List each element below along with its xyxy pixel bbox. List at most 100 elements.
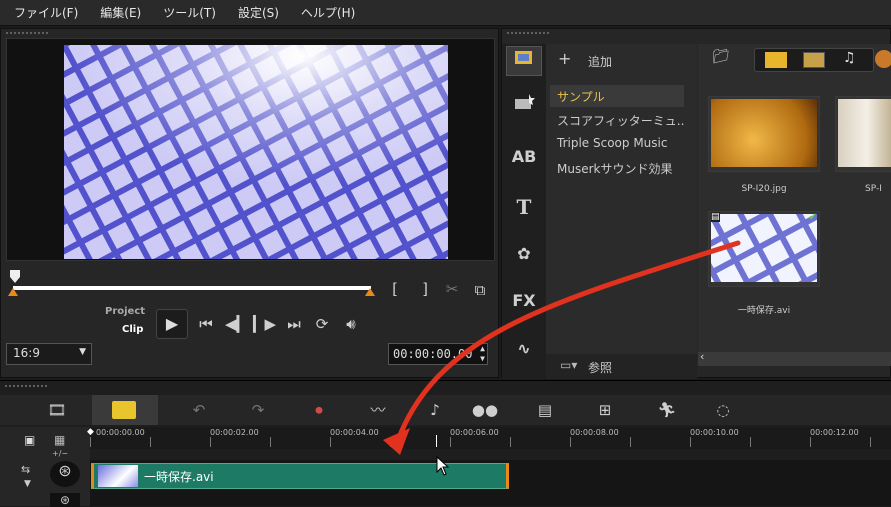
insert-position-marker <box>436 435 437 447</box>
menu-edit[interactable]: 編集(E) <box>100 4 141 21</box>
folder-icon[interactable]: 📁︎ <box>712 49 730 65</box>
panel-grip[interactable] <box>506 31 550 35</box>
ruler-tick-label: 00:00:12.00 <box>810 428 859 437</box>
sound-mixer-icon[interactable]: 〰 <box>363 398 393 422</box>
panel-grip[interactable] <box>5 31 49 35</box>
subtitle-editor-icon[interactable]: ▤ <box>530 398 560 422</box>
thumbnail-sp-i[interactable] <box>835 96 891 172</box>
menu-settings[interactable]: 設定(S) <box>238 4 279 21</box>
add-folder-button[interactable]: 追加 <box>588 53 612 70</box>
trim-end-marker[interactable] <box>365 288 375 296</box>
menu-file[interactable]: ファイル(F) <box>14 4 78 21</box>
multi-camera-icon[interactable]: ⊞ <box>590 398 620 422</box>
ruler-tick <box>870 437 871 447</box>
enlarge-icon[interactable]: ⧉ <box>470 280 490 300</box>
auto-music-icon[interactable]: ♪ <box>420 398 450 422</box>
audio-filter-icon[interactable]: ♫ <box>843 50 856 66</box>
record-capture-icon[interactable]: ⏺ <box>304 398 334 422</box>
aspect-ratio-value: 16:9 <box>13 346 40 360</box>
timeline-ruler[interactable]: ◆ 00:00:00.00 00:00:02.00 00:00:04.00 00… <box>87 427 891 449</box>
fx-icon[interactable]: FX <box>506 286 542 316</box>
path-icon[interactable]: ∿ <box>506 334 542 364</box>
menu-help[interactable]: ヘルプ(H) <box>301 4 355 21</box>
motion-tracking-icon[interactable]: ●● <box>470 398 500 422</box>
chevron-down-icon: ▼ <box>79 347 86 357</box>
checkmark-icon: ✔ <box>808 212 817 223</box>
ruler-tick <box>510 437 511 447</box>
mouse-cursor-icon <box>436 456 450 476</box>
redo-icon[interactable]: ↷ <box>243 398 273 422</box>
ruler-tick <box>750 437 751 447</box>
image-filter-icon[interactable] <box>803 52 825 68</box>
video-track-icon[interactable]: ⊛ <box>50 461 80 487</box>
ruler-tick-label: 00:00:02.00 <box>210 428 259 437</box>
browse-button[interactable]: 参照 <box>588 359 612 376</box>
panel-grip[interactable] <box>4 384 48 388</box>
timeline-view-tab[interactable] <box>92 395 158 425</box>
mode-project-label[interactable]: Project <box>105 306 145 317</box>
media-filter-group: ♫ <box>754 48 874 72</box>
mark-in-icon[interactable]: [ <box>385 279 405 299</box>
thumbnail-sp-i20[interactable] <box>708 96 820 172</box>
previous-frame-icon[interactable]: ◀▎ <box>225 314 248 334</box>
timecode-spinner-icon[interactable]: ▲ ▼ <box>480 344 485 364</box>
ruler-tick <box>270 437 271 447</box>
horizontal-scrollbar[interactable]: ‹ <box>698 350 891 366</box>
track-tools-icon[interactable]: ⇆ <box>21 463 30 476</box>
timecode-display[interactable]: 00:00:00.00 ▲ ▼ <box>388 343 488 365</box>
graphics-icon[interactable]: ✿ <box>506 239 542 269</box>
browse-bar: ▭▾ 参照 <box>546 354 697 379</box>
ruler-tick-label: 00:00:10.00 <box>690 428 739 437</box>
preview-panel: [ ] ✂ ⧉ Project Clip ▶ ⏮ ◀▎ ▎▶ ⏭ ⟳ 🔊︎ 16… <box>0 28 499 378</box>
thumbnail-label: SP-I20.jpg <box>741 184 787 194</box>
folder-list: + 追加 サンプル スコアフィッターミュ... Triple Scoop Mus… <box>546 44 697 362</box>
volume-icon[interactable]: 🔊︎ <box>340 314 362 334</box>
video-filter-icon[interactable] <box>765 52 787 68</box>
folder-item[interactable]: サンプル <box>550 85 684 107</box>
ruler-tick <box>810 437 811 447</box>
show-all-tracks-icon[interactable]: ▣ <box>24 433 35 447</box>
go-to-start-icon[interactable]: ⏮ <box>196 314 216 334</box>
undo-icon[interactable]: ↶ <box>184 398 214 422</box>
scroll-left-icon[interactable]: ‹ <box>700 350 704 363</box>
storyboard-view-icon[interactable]: 🎞︎ <box>42 398 72 422</box>
timeline-view-icon <box>112 401 136 419</box>
ruler-playhead-icon[interactable]: ◆ <box>87 427 94 437</box>
sort-icon[interactable] <box>875 50 891 68</box>
repeat-icon[interactable]: ⟳ <box>312 314 332 334</box>
folder-item[interactable]: スコアフィッターミュ... <box>550 109 684 131</box>
folder-item[interactable]: Triple Scoop Music <box>550 133 684 155</box>
go-to-end-icon[interactable]: ⏭ <box>284 314 304 334</box>
preview-image <box>64 45 448 259</box>
split-icon[interactable]: ✂ <box>442 279 462 299</box>
time-remapping-icon[interactable]: 🏃︎ <box>652 398 682 422</box>
ruler-tick <box>150 437 151 447</box>
library-panel: AB T ✿ FX ∿ + 追加 サンプル スコアフィッターミュ... Trip… <box>501 28 891 379</box>
ruler-tick-label: 00:00:00.00 <box>96 428 145 437</box>
browse-icon[interactable]: ▭▾ <box>560 358 577 372</box>
folder-item[interactable]: Muserkサウンド効果 <box>550 157 684 179</box>
add-icon[interactable]: + <box>558 49 571 68</box>
play-button[interactable]: ▶ <box>156 309 188 339</box>
next-frame-icon[interactable]: ▎▶ <box>253 314 276 334</box>
text-icon[interactable]: T <box>506 192 542 222</box>
clip-thumbnail <box>98 465 138 487</box>
ruler-tick-label: 00:00:04.00 <box>330 428 379 437</box>
aspect-ratio-select[interactable]: 16:9 ▼ <box>6 343 92 365</box>
trim-start-marker[interactable] <box>8 288 18 296</box>
media-icon[interactable] <box>506 46 542 76</box>
track-manager-icon[interactable]: ▦ <box>54 433 65 447</box>
mask-creator-icon[interactable]: ◌ <box>708 398 738 422</box>
scrubber-bar[interactable] <box>13 286 371 290</box>
ruler-tick <box>690 437 691 447</box>
ruler-tick <box>450 437 451 447</box>
mode-clip-label[interactable]: Clip <box>122 324 143 335</box>
library-category-bar: AB T ✿ FX ∿ <box>502 44 546 379</box>
thumbnail-temp-avi[interactable]: ▤ ✔ <box>708 211 820 287</box>
mark-out-icon[interactable]: ] <box>415 279 435 299</box>
menu-tools[interactable]: ツール(T) <box>163 4 216 21</box>
transition-icon[interactable] <box>506 92 542 122</box>
title-icon[interactable]: AB <box>506 142 542 172</box>
track-add-remove[interactable]: +/− <box>52 449 68 458</box>
track-expand-icon[interactable]: ▼ <box>24 479 31 489</box>
